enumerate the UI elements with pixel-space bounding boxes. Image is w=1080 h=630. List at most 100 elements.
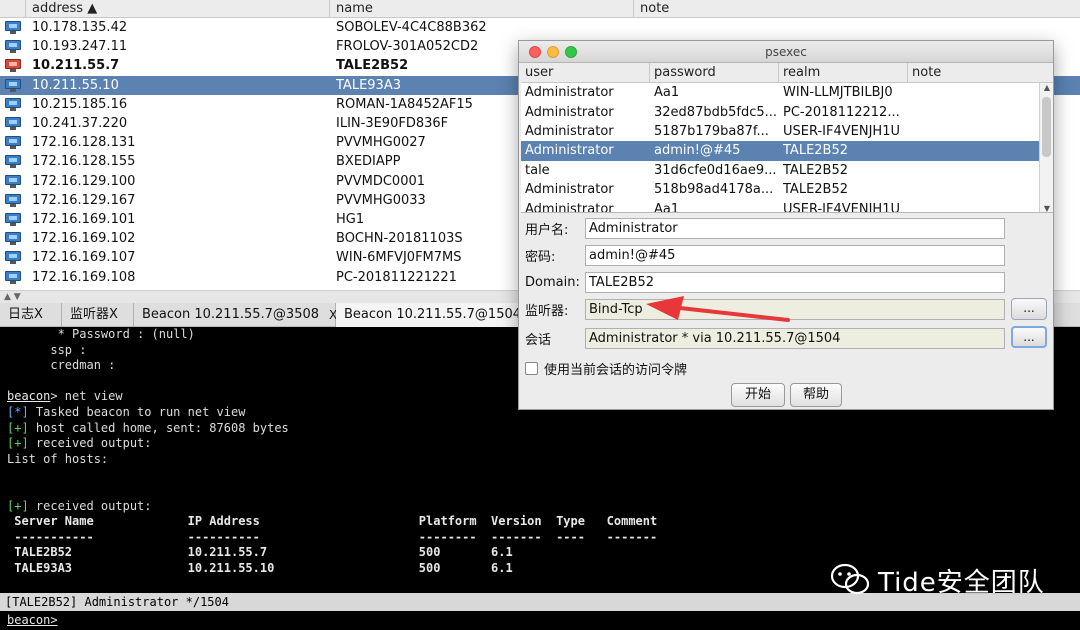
start-button[interactable]: 开始 [731,383,785,407]
targets-table-header: address ▲ name note [0,0,1080,18]
address-column-header[interactable]: address ▲ [26,0,330,17]
credentials-scrollbar[interactable]: ▲ ▼ [1039,83,1053,212]
credential-user: Administrator [525,123,614,139]
scroll-thumb[interactable] [1042,97,1051,157]
console-prompt-word: beacon [7,389,51,404]
realm-column-header[interactable]: realm [779,63,908,82]
tab-label: 监听器X [70,307,118,322]
dialog-titlebar[interactable]: psexec [519,41,1053,63]
console-line: List of hosts: [7,451,109,466]
target-address: 172.16.129.100 [32,173,136,189]
note-column-header[interactable]: note [634,0,1080,17]
name-column-header[interactable]: name [330,0,634,17]
user-column-header[interactable]: user [521,63,650,82]
credential-password: 5187b179ba87f... [654,123,769,139]
target-address: 172.16.169.108 [32,269,136,285]
credential-password: 518b98ad4178a... [654,182,774,198]
listener-label: 监听器: [525,303,569,319]
credential-row[interactable]: Administrator 518b98ad4178a... TALE2B52 [521,180,1053,199]
windows-host-icon [5,97,21,111]
target-row[interactable]: 10.178.135.42 SOBOLEV-4C4C88B362 [0,18,1080,37]
console-text: host called home, sent: 87608 bytes [28,420,289,435]
tab-2[interactable]: 监听器X [62,303,134,327]
target-address: 172.16.169.102 [32,231,136,247]
console-text: received output: [28,498,152,513]
credential-realm: TALE2B52 [783,162,849,178]
target-address: 172.16.128.131 [32,135,136,151]
console-line: TALE2B52 10.211.55.7 500 6.1 [7,545,513,560]
target-name: SOBOLEV-4C4C88B362 [336,20,487,36]
password-label: 密码: [525,249,556,265]
credential-row[interactable]: Administrator 5187b179ba87f... USER-IF4VEN… [521,122,1053,141]
windows-host-icon [5,136,21,150]
compromised-host-icon [5,59,21,73]
username-row: 用户名: Administrator [525,217,1005,239]
windows-host-icon [5,78,21,92]
console-marker: [+] [7,498,29,513]
tab-1[interactable]: 日志X [0,303,62,327]
credential-user: Administrator [525,201,614,213]
credential-row[interactable]: Administrator admin!@#45 TALE2B52 [521,141,1053,161]
help-button[interactable]: 帮助 [790,383,842,407]
credential-row[interactable]: Administrator Aa1 USER-IF4VENJH1U [521,199,1053,213]
target-address: 172.16.169.101 [32,211,136,227]
watermark-text: Tide安全团队 [878,567,1045,598]
listener-field[interactable]: Bind-Tcp [585,298,1005,320]
target-address: 10.178.135.42 [32,20,128,36]
credential-user: tale [525,162,550,178]
password-field[interactable]: admin!@#45 [585,244,1005,266]
console-line: Server Name IP Address Platform Version … [7,514,658,529]
credential-row[interactable]: tale 31d6cfe0d16ae9... TALE2B52 [521,161,1053,180]
tab-label: Beacon 10.211.55.7@1504 [344,307,522,322]
credential-realm: TALE2B52 [783,182,849,198]
credential-user: Administrator [525,85,614,101]
credential-user: Administrator [525,182,614,198]
use-token-row: 使用当前会话的访问令牌 [525,359,687,378]
session-browse-button[interactable]: ... [1011,326,1047,348]
password-row: 密码: admin!@#45 [525,244,1005,266]
console-text: Tasked beacon to run net view [28,404,246,419]
console-line: [+] host called home, sent: 87608 bytes [7,421,1073,437]
credential-password: 31d6cfe0d16ae9... [654,162,777,178]
target-address: 10.211.55.10 [32,77,119,93]
password-column-header[interactable]: password [650,63,779,82]
scroll-down-icon[interactable]: ▼ [1040,204,1053,212]
credential-password: admin!@#45 [654,143,741,159]
target-address: 172.16.169.107 [32,250,136,266]
console-line: [+] received output: [7,499,1073,515]
domain-field[interactable]: TALE2B52 [585,271,1005,293]
windows-host-icon [5,21,21,35]
scroll-up-icon[interactable]: ▲ [1040,83,1053,92]
dialog-title: psexec [765,45,807,59]
username-field[interactable]: Administrator [585,217,1005,239]
icon-column-header [0,0,26,17]
use-token-checkbox[interactable] [525,362,538,375]
credential-row[interactable]: Administrator Aa1 WIN-LLMJTBILBJ0 [521,83,1053,102]
tab-label: Beacon 10.211.55.7@3508 [142,307,320,322]
domain-label: Domain: [525,274,580,290]
beacon-prompt: beacon> [7,613,58,627]
tab-3[interactable]: Beacon 10.211.55.7@3508 X [134,303,337,327]
credential-password: Aa1 [654,85,680,101]
console-marker: [+] [7,436,29,451]
target-address: 10.211.55.7 [32,58,120,74]
credential-realm: TALE2B52 [783,143,849,159]
target-address: 10.241.37.220 [32,116,128,132]
target-address: 172.16.128.155 [32,154,136,170]
credential-row[interactable]: Administrator 32ed87bdb5fdc5... PC-2018112… [521,102,1053,121]
listener-browse-button[interactable]: ... [1011,298,1047,320]
target-address: 10.193.247.11 [32,39,128,55]
tab-4[interactable]: Beacon 10.211.55.7@1504 [336,303,536,327]
credential-password: 32ed87bdb5fdc5... [654,104,778,120]
note-column-header[interactable]: note [908,63,1053,82]
session-row: 会话 Administrator * via 10.211.55.7@1504 [525,327,1005,349]
session-field[interactable]: Administrator * via 10.211.55.7@1504 [585,327,1005,349]
windows-host-icon [5,193,21,207]
beacon-prompt-input[interactable]: beacon> [0,611,1080,630]
windows-host-icon [5,155,21,169]
credential-password: Aa1 [654,201,680,213]
windows-host-icon [5,251,21,265]
credentials-table: user password realm note Administrator Aa… [521,63,1053,213]
tab-label: 日志X [8,307,43,322]
